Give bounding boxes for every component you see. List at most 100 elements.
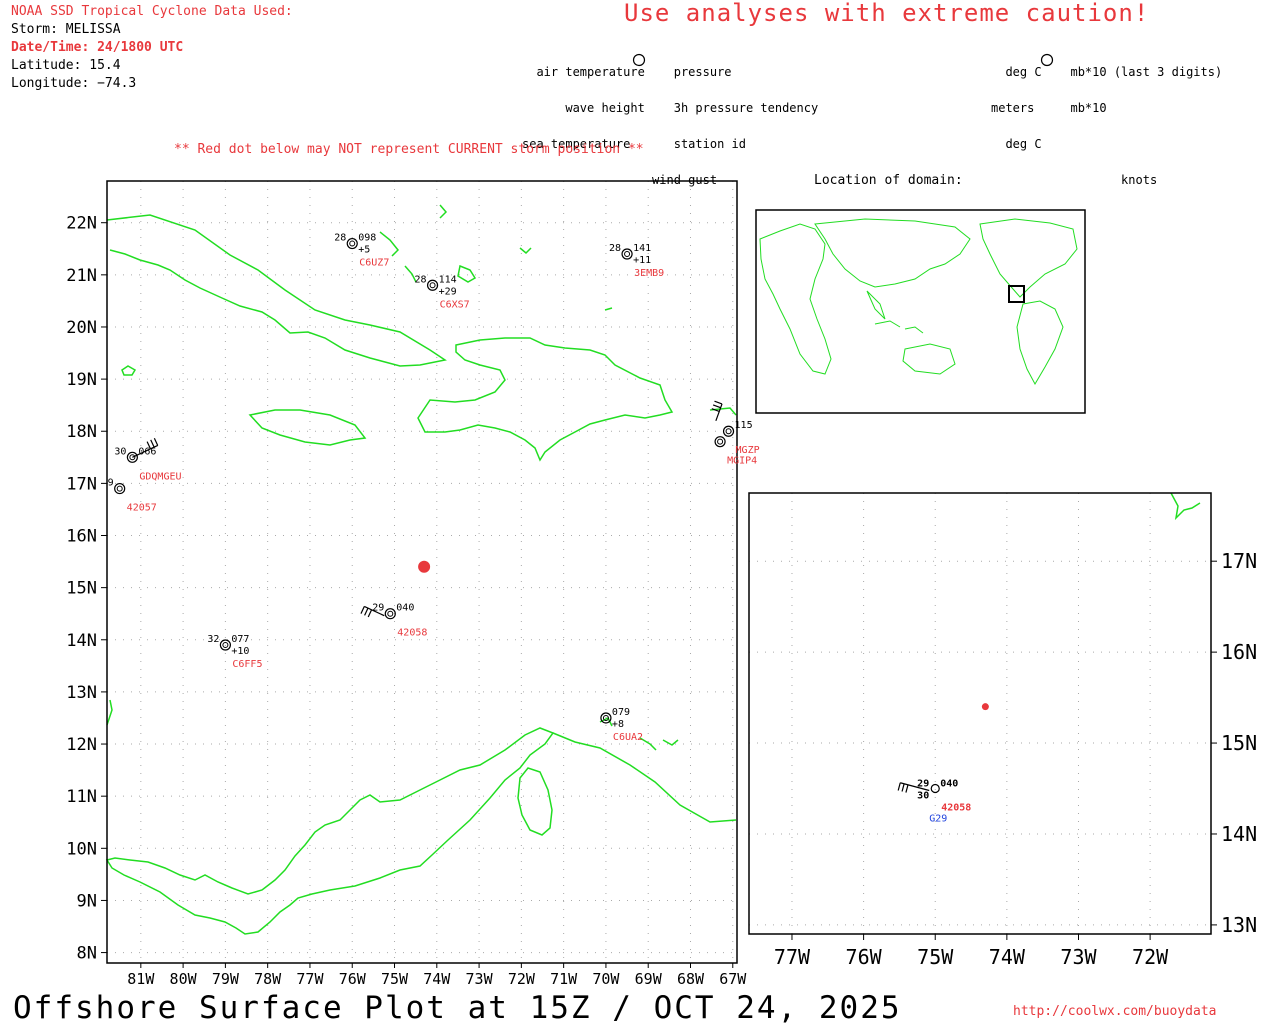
main-axes: 22N 21N 20N 19N 18N 17N 16N 15N 14N 13N 12N 11N 10N 9…	[66, 214, 747, 988]
lat-tick-label: 9N	[77, 891, 97, 911]
lon-tick-label: 79W	[212, 970, 240, 988]
station-inner-circle	[222, 641, 229, 648]
station-id: MGZP4	[736, 445, 760, 456]
inset-lon-tick-label: 72W	[1132, 945, 1169, 969]
lon-tick-label: 77W	[296, 970, 324, 988]
station-tendency: +29	[439, 286, 457, 297]
station-id: C6FF5	[232, 659, 262, 670]
lon-tick-label: 70W	[592, 970, 620, 988]
location-title: Location of domain:	[814, 173, 963, 188]
lon-tick-label: 69W	[635, 970, 663, 988]
inset-gust-id: G29	[929, 814, 947, 825]
station-circle-icon	[930, 783, 940, 794]
lon-tick-label: 74W	[423, 970, 451, 988]
station-c6ff5[interactable]: 32 077+10 C6FF5	[207, 634, 262, 670]
station-air-temp: 9	[108, 478, 114, 489]
station-inner-circle	[624, 250, 631, 257]
legend-line: knots	[991, 173, 1158, 187]
lat-tick-label: 20N	[66, 318, 97, 338]
storm-name: Storm: MELISSA	[11, 22, 121, 37]
station-id: C6UZ7	[359, 258, 389, 269]
inset-lat-tick-label: 17N	[1221, 549, 1257, 573]
station-air-temp: 28	[609, 243, 621, 254]
lat-tick-label: 13N	[66, 683, 97, 703]
inset-frame	[748, 492, 1212, 935]
inset-lon-tick-label: 77W	[774, 945, 811, 969]
station-inner-circle	[429, 282, 436, 289]
inset-sea-temp: 30	[917, 791, 929, 802]
red-dot-note: ** Red dot below may NOT represent CURRE…	[174, 142, 644, 157]
lat-tick-label: 18N	[66, 422, 97, 442]
lat-tick-label: 8N	[77, 944, 97, 964]
station-c6ua2[interactable]: 079+8 C6UA2	[600, 707, 643, 743]
inset-lon-tick-label: 75W	[917, 945, 954, 969]
inset-lon-tick-label: 73W	[1060, 945, 1097, 969]
lat-tick-label: 17N	[66, 474, 97, 494]
station-inner-circle	[725, 428, 732, 435]
inset-lon-tick-label: 76W	[846, 945, 883, 969]
station-gdqmgeu[interactable]: 30 066GDQMGEU	[114, 446, 181, 482]
legend-circle-icon	[1040, 53, 1054, 67]
storm-datetime: Date/Time: 24/1800 UTC	[11, 40, 184, 55]
station-circle-icon	[426, 279, 439, 291]
lon-tick-label: 73W	[466, 970, 494, 988]
main-map[interactable]: 22N 21N 20N 19N 18N 17N 16N 15N 14N 13N 12N 11N 10N 9…	[0, 170, 760, 990]
inset-lat-tick-label: 15N	[1221, 731, 1257, 755]
station-tendency: +10	[231, 646, 249, 657]
wind-barb-flag	[153, 437, 159, 446]
wind-barb-flag	[367, 609, 373, 618]
legend-line: deg C mb*10 (last 3 digits)	[991, 65, 1223, 79]
lat-tick-label: 22N	[66, 214, 97, 234]
wind-barb-flag	[712, 404, 721, 409]
lon-tick-label: 80W	[170, 970, 198, 988]
station-air-temp: 30	[114, 446, 126, 457]
inset-map[interactable]: 17N 16N 15N 14N 13N 77W 76W 75W 74W 73W 72W 2930 04…	[740, 488, 1280, 973]
wind-barbs	[132, 400, 723, 618]
lat-tick-label: 19N	[66, 370, 97, 390]
station-3emb9[interactable]: 28 141+11 3EMB9	[609, 243, 664, 279]
station-circle-icon	[346, 237, 358, 250]
station-mgzp4[interactable]: 115 MGZP4	[722, 420, 760, 456]
lat-tick-label: 10N	[66, 839, 97, 859]
lat-tick-label: 15N	[66, 579, 97, 599]
station-id: 42058	[397, 628, 427, 639]
lat-tick-label: 11N	[66, 787, 97, 807]
inset-station: 2930 040 42058G29	[897, 779, 971, 825]
station-pressure: 114	[439, 274, 457, 285]
lat-tick-label: 21N	[66, 266, 97, 286]
station-circle-icon	[219, 639, 231, 651]
station-id: C6UA2	[613, 732, 643, 743]
lon-tick-label: 78W	[254, 970, 282, 988]
wind-barb-flag	[360, 606, 365, 614]
lon-tick-label: 76W	[339, 970, 367, 988]
inset-grid	[749, 493, 1211, 934]
station-c6uz7[interactable]: 28 098+5 C6UZ7	[334, 233, 389, 269]
station-tendency: +11	[633, 255, 651, 266]
station-c6xs7[interactable]: 28 114+29 C6XS7	[415, 274, 470, 310]
wind-barb-flag	[905, 784, 909, 793]
lat-tick-label: 12N	[66, 735, 97, 755]
storm-latitude: Latitude: 15.4	[11, 58, 121, 73]
lon-tick-label: 75W	[381, 970, 409, 988]
station-circle-icon	[714, 436, 726, 448]
footer-url-link[interactable]: http://coolwx.com/buoydata	[1013, 1004, 1217, 1019]
source-title: NOAA SSD Tropical Cyclone Data Used:	[11, 4, 293, 19]
inset-axes: 17N 16N 15N 14N 13N 77W 76W 75W 74W 73W 72W	[774, 549, 1257, 969]
station-circle-icon	[114, 482, 126, 495]
lon-tick-label: 81W	[127, 970, 155, 988]
legend-circle-icon	[632, 53, 646, 67]
inset-station-id: 42058	[941, 803, 971, 814]
legend-line: wave height 3h pressure tendency	[522, 101, 819, 115]
station-circle-icon	[621, 248, 633, 260]
inset-lon-tick-label: 74W	[989, 945, 1026, 969]
world-locator-map	[755, 209, 1086, 414]
units-legend: deg C mb*10 (last 3 digits) meters mb*10…	[991, 42, 1222, 198]
station-42058[interactable]: 29 040 42058	[372, 603, 427, 639]
legend-line: deg C	[991, 137, 1042, 151]
inset-coastline	[1170, 492, 1201, 521]
station-circle-icon	[722, 425, 735, 437]
wind-barb-flag	[897, 782, 901, 791]
station-tendency: +8	[612, 719, 624, 730]
station-inner-circle	[116, 485, 123, 492]
footer-title: Offshore Surface Plot at 15Z / OCT 24, 2…	[13, 990, 902, 1026]
